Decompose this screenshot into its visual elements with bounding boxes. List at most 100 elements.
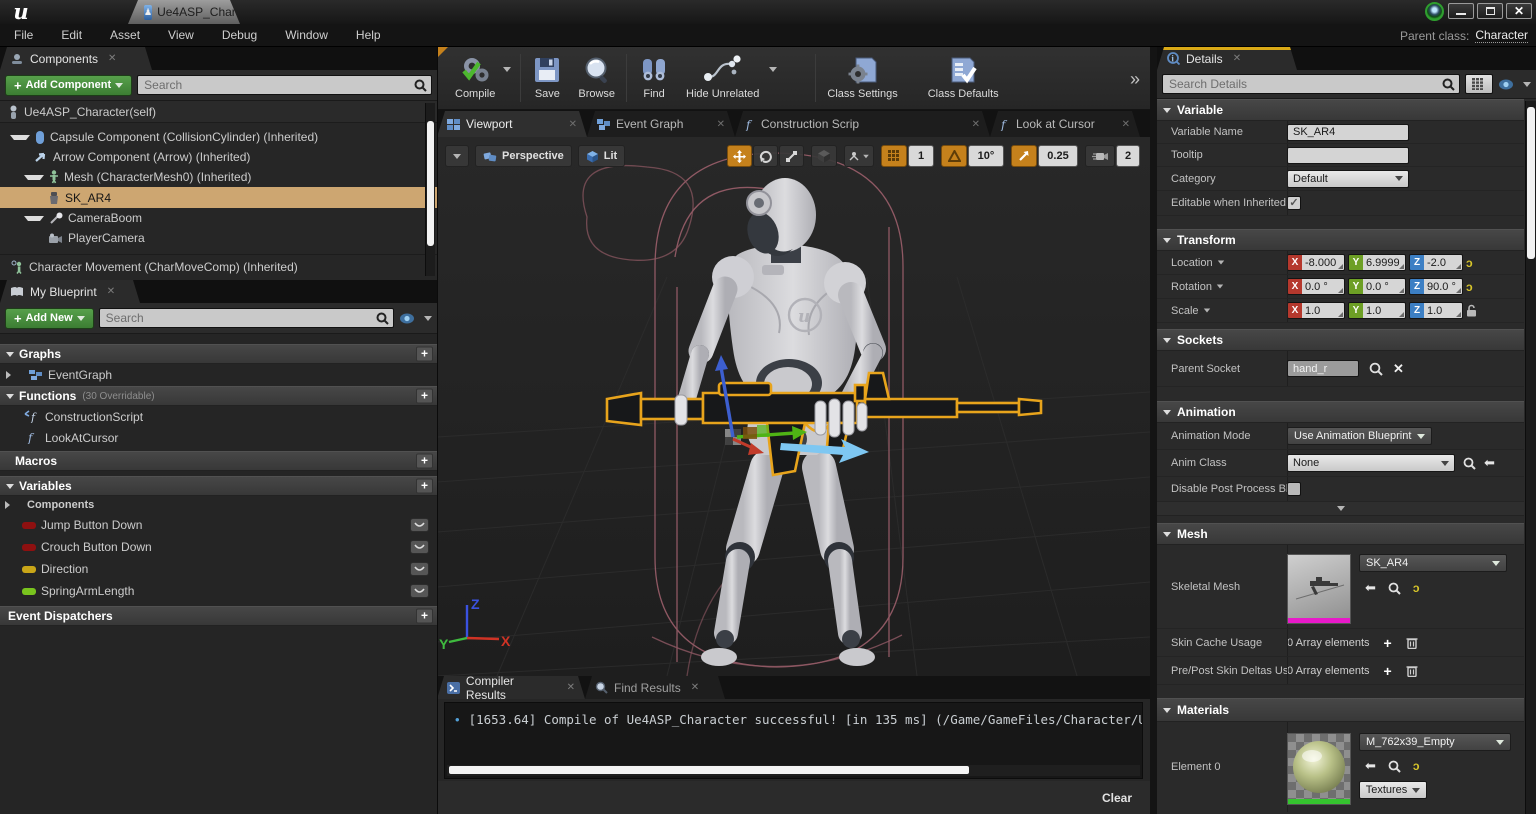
tab-close-icon[interactable]: ✕ <box>691 682 699 693</box>
skeletal-mesh-thumbnail[interactable] <box>1287 554 1351 624</box>
visibility-filter-icon[interactable] <box>399 312 419 325</box>
animation-mode-dropdown[interactable]: Use Animation Blueprint <box>1287 427 1432 445</box>
scale-x-field[interactable]: X1.0 <box>1287 302 1345 319</box>
my-blueprint-tab-close-icon[interactable]: ✕ <box>107 286 115 297</box>
skin-cache-delete-icon[interactable] <box>1406 636 1418 649</box>
tab-close-icon[interactable]: ✕ <box>972 119 980 130</box>
menu-window[interactable]: Window <box>271 28 342 42</box>
scale-snap-value-button[interactable]: 0.25 <box>1038 145 1078 167</box>
material-thumbnail[interactable] <box>1287 733 1351 805</box>
expand-icon[interactable] <box>10 135 30 140</box>
variable-row-direction[interactable]: Direction <box>0 558 437 580</box>
viewport-3d[interactable]: u <box>437 137 1150 676</box>
macros-section-header[interactable]: Macros + <box>0 451 437 471</box>
material-dropdown[interactable]: M_762x39_Empty <box>1359 733 1511 751</box>
anim-class-dropdown[interactable]: None <box>1287 454 1455 472</box>
tooltip-field[interactable] <box>1287 147 1409 164</box>
property-matrix-button[interactable] <box>1465 74 1493 94</box>
details-search-input[interactable] <box>1163 75 1459 93</box>
compile-button[interactable]: Compile <box>447 51 503 105</box>
expand-icon[interactable] <box>5 501 22 509</box>
expand-icon[interactable] <box>24 175 44 180</box>
class-settings-button[interactable]: Class Settings <box>819 51 905 105</box>
tab-close-icon[interactable]: ✕ <box>567 682 575 693</box>
scale-y-field[interactable]: Y1.0 <box>1348 302 1406 319</box>
materials-section-header[interactable]: Materials <box>1157 698 1524 722</box>
menu-edit[interactable]: Edit <box>47 28 96 42</box>
asset-tab[interactable]: ♟ Ue4ASP_Character ✕ <box>128 0 240 24</box>
scale-lock-icon[interactable] <box>1466 304 1477 317</box>
variable-visibility-toggle[interactable] <box>410 584 429 598</box>
perspective-button[interactable]: Perspective <box>475 145 572 167</box>
marketplace-icon[interactable] <box>1425 2 1444 21</box>
mesh-use-selected-icon[interactable]: ⬅ <box>1365 580 1376 596</box>
grid-snap-value-button[interactable]: 1 <box>908 145 934 167</box>
surface-snap-button[interactable] <box>844 145 874 167</box>
variable-section-header[interactable]: Variable <box>1157 99 1524 121</box>
add-graph-button[interactable]: + <box>416 347 433 362</box>
components-search-input[interactable] <box>138 76 431 94</box>
details-search[interactable] <box>1162 74 1460 94</box>
rotation-y-field[interactable]: Y0.0 ° <box>1348 278 1406 295</box>
compile-options-caret-icon[interactable] <box>503 67 511 72</box>
components-scrollbar[interactable] <box>425 103 435 276</box>
location-reset-icon[interactable]: ↄ <box>1466 256 1473 270</box>
scale-tool-button[interactable] <box>779 145 804 167</box>
left-splitter[interactable] <box>437 47 438 814</box>
expand-icon[interactable] <box>24 216 44 221</box>
grid-snap-toggle-button[interactable] <box>881 145 907 167</box>
skin-cache-add-icon[interactable]: + <box>1384 635 1392 651</box>
add-event-dispatcher-button[interactable]: + <box>416 609 433 624</box>
menu-file[interactable]: File <box>0 28 47 42</box>
rotate-tool-button[interactable] <box>753 145 778 167</box>
components-search[interactable] <box>137 75 432 95</box>
location-y-field[interactable]: Y6.9999 <box>1348 254 1406 271</box>
category-dropdown[interactable]: Default <box>1287 170 1409 188</box>
tab-close-icon[interactable]: ✕ <box>569 119 577 130</box>
tree-row-charmovement[interactable]: Character Movement (CharMoveComp) (Inher… <box>0 255 437 279</box>
variable-row-jump[interactable]: Jump Button Down <box>0 514 437 536</box>
class-defaults-button[interactable]: Class Defaults <box>920 51 1007 105</box>
variables-section-header[interactable]: Variables + <box>0 476 437 496</box>
socket-clear-icon[interactable]: ✕ <box>1393 361 1404 377</box>
details-scrollbar[interactable] <box>1525 101 1536 814</box>
variable-row-springarm[interactable]: SpringArmLength <box>0 580 437 602</box>
menu-asset[interactable]: Asset <box>96 28 154 42</box>
tree-row-self[interactable]: Ue4ASP_Character(self) <box>0 101 437 123</box>
tree-row-playercamera[interactable]: PlayerCamera <box>0 228 437 248</box>
variable-row-crouch[interactable]: Crouch Button Down <box>0 536 437 558</box>
save-button[interactable]: Save <box>524 51 570 105</box>
find-results-tab[interactable]: Find Results ✕ <box>585 676 725 699</box>
textures-dropdown-button[interactable]: Textures <box>1359 781 1427 799</box>
camera-speed-value-button[interactable]: 2 <box>1116 145 1140 167</box>
graphs-section-header[interactable]: Graphs + <box>0 344 437 364</box>
details-tab[interactable]: i Details ✕ <box>1157 47 1297 70</box>
editable-checkbox[interactable]: ✓ <box>1287 196 1301 210</box>
tree-row-sk-ar4-selected[interactable]: SK_AR4 <box>0 187 437 208</box>
pre-post-delete-icon[interactable] <box>1406 664 1418 677</box>
socket-search-icon[interactable] <box>1369 362 1383 376</box>
location-x-field[interactable]: X-8.000 <box>1287 254 1345 271</box>
move-tool-button[interactable] <box>727 145 752 167</box>
menu-help[interactable]: Help <box>342 28 395 42</box>
anim-class-browse-icon[interactable] <box>1463 457 1476 470</box>
variable-visibility-toggle[interactable] <box>410 562 429 576</box>
material-reset-icon[interactable]: ↄ <box>1413 759 1420 773</box>
mesh-browse-icon[interactable] <box>1388 582 1401 595</box>
minimize-button[interactable] <box>1448 3 1474 19</box>
compiler-results-tab[interactable]: Compiler Results ✕ <box>437 676 585 699</box>
scale-snap-toggle-button[interactable] <box>1011 145 1037 167</box>
hide-unrelated-caret-icon[interactable] <box>769 67 777 72</box>
variable-name-field[interactable] <box>1287 124 1409 141</box>
scale-z-field[interactable]: Z1.0 <box>1409 302 1463 319</box>
tree-row-capsule[interactable]: Capsule Component (CollisionCylinder) (I… <box>0 127 437 147</box>
camera-speed-button[interactable] <box>1085 145 1115 167</box>
disable-post-process-checkbox[interactable] <box>1287 482 1301 496</box>
event-dispatchers-section-header[interactable]: Event Dispatchers + <box>0 606 437 626</box>
skeletal-mesh-dropdown[interactable]: SK_AR4 <box>1359 554 1507 572</box>
add-function-button[interactable]: + <box>416 389 433 404</box>
my-blueprint-tab[interactable]: My Blueprint ✕ <box>0 280 140 303</box>
eventgraph-row[interactable]: EventGraph <box>0 364 437 386</box>
close-button[interactable]: ✕ <box>1506 3 1532 19</box>
parent-class-link[interactable]: Character <box>1475 28 1528 43</box>
